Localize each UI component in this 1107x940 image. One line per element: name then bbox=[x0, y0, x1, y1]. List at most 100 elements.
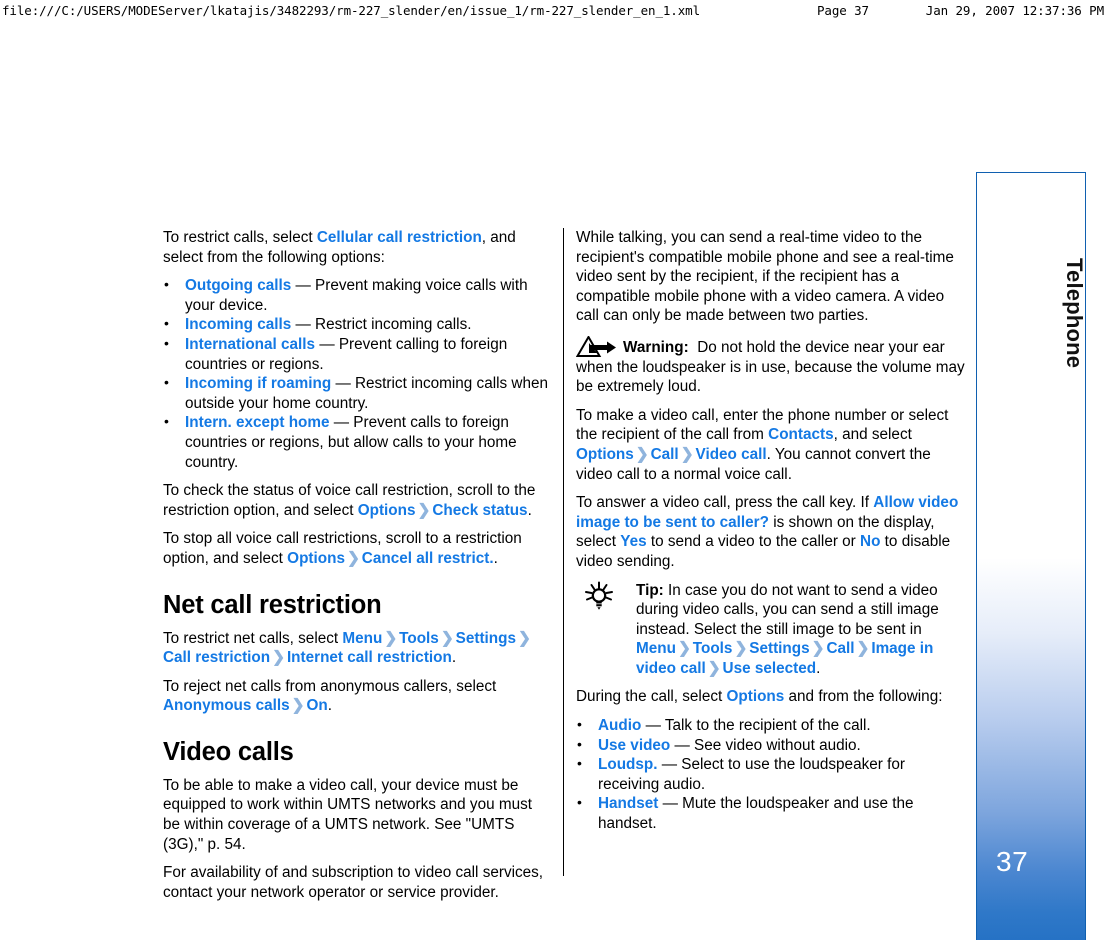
paragraph-realtime-video: While talking, you can send a real-time … bbox=[576, 229, 954, 325]
option-desc: — Talk to the recipient of the call. bbox=[645, 717, 871, 735]
path-separator-icon: ❯ bbox=[680, 445, 694, 463]
path-separator-icon: ❯ bbox=[384, 629, 398, 647]
paragraph-during-call: During the call, select Options and from… bbox=[576, 687, 966, 707]
during-call-pre: During the call, select bbox=[576, 688, 727, 706]
path-separator-icon: ❯ bbox=[440, 629, 454, 647]
path-separator-icon: ❯ bbox=[517, 629, 531, 647]
chapter-title-text: Telephone bbox=[1062, 257, 1086, 369]
paragraph-availability: For availability of and subscription to … bbox=[163, 864, 544, 901]
paragraph-anonymous-calls: To reject net calls from anonymous calle… bbox=[163, 677, 553, 716]
link-no[interactable]: No bbox=[860, 533, 880, 550]
paragraph-umts-requirement: To be able to make a video call, your de… bbox=[163, 776, 532, 853]
list-item: Incoming calls — Restrict incoming calls… bbox=[163, 314, 553, 335]
link-check-status[interactable]: Check status bbox=[432, 502, 527, 519]
restriction-options-list: Outgoing calls — Prevent making voice ca… bbox=[163, 275, 553, 472]
link-cellular-call-restriction[interactable]: Cellular call restriction bbox=[317, 229, 482, 246]
path-separator-icon: ❯ bbox=[291, 697, 305, 715]
document-page: Telephone 37 To restrict calls, select C… bbox=[0, 0, 1107, 940]
link-settings[interactable]: Settings bbox=[456, 630, 516, 647]
link-contacts[interactable]: Contacts bbox=[768, 426, 833, 443]
option-term-intern-except-home[interactable]: Intern. except home bbox=[185, 414, 330, 431]
paragraph-net-restrict: To restrict net calls, select Menu ❯ Tools… bbox=[163, 629, 553, 668]
link-on[interactable]: On bbox=[306, 697, 327, 714]
list-item: Use video — See video without audio. bbox=[576, 735, 966, 756]
option-term-incoming-if-roaming[interactable]: Incoming if roaming bbox=[185, 375, 331, 392]
answer-mid2: to send a video to the caller or bbox=[646, 533, 861, 551]
warning-label: Warning: bbox=[623, 338, 689, 356]
path-separator-icon: ❯ bbox=[635, 445, 649, 463]
path-separator-icon: ❯ bbox=[272, 649, 285, 667]
paragraph-cancel-all: To stop all voice call restrictions, scr… bbox=[163, 529, 553, 568]
net-restrict-post: . bbox=[451, 649, 457, 667]
chapter-title: Telephone bbox=[977, 233, 1086, 393]
option-desc: — See video without audio. bbox=[674, 736, 861, 754]
answer-pre: To answer a video call, press the call k… bbox=[576, 494, 874, 512]
restrict-intro-pre: To restrict calls, select bbox=[163, 229, 317, 246]
list-item: International calls — Prevent calling to… bbox=[163, 334, 553, 374]
path-separator-icon: ❯ bbox=[346, 549, 360, 567]
tip-label: Tip: bbox=[636, 581, 664, 599]
link-anonymous-calls[interactable]: Anonymous calls bbox=[163, 697, 290, 714]
link-menu[interactable]: Menu bbox=[342, 630, 382, 647]
option-term-use-video[interactable]: Use video bbox=[598, 737, 670, 754]
link-menu[interactable]: Menu bbox=[636, 640, 676, 657]
left-column: To restrict calls, select Cellular call … bbox=[163, 228, 553, 911]
heading-video-calls: Video calls bbox=[163, 737, 294, 766]
option-term-loudsp[interactable]: Loudsp. bbox=[598, 756, 657, 773]
link-options[interactable]: Options bbox=[358, 502, 416, 519]
list-item: Incoming if roaming — Restrict incoming … bbox=[163, 373, 553, 413]
path-separator-icon: ❯ bbox=[707, 659, 721, 677]
net-restrict-pre: To restrict net calls, select bbox=[163, 629, 343, 647]
option-term-outgoing-calls[interactable]: Outgoing calls bbox=[185, 277, 291, 294]
option-term-handset[interactable]: Handset bbox=[598, 795, 658, 812]
link-settings[interactable]: Settings bbox=[749, 640, 809, 657]
make-call-mid: , and select bbox=[833, 426, 912, 444]
path-separator-icon: ❯ bbox=[734, 640, 748, 658]
cancel-all-post: . bbox=[493, 549, 498, 567]
heading-net-call-restriction: Net call restriction bbox=[163, 590, 382, 619]
warning-note: Warning: Do not hold the device near you… bbox=[575, 334, 966, 397]
warning-triangle-arrow-icon bbox=[575, 334, 622, 358]
list-item: Handset — Mute the loudspeaker and use t… bbox=[576, 793, 966, 833]
link-use-selected[interactable]: Use selected bbox=[723, 660, 817, 677]
link-video-call[interactable]: Video call bbox=[696, 446, 767, 463]
link-call-restriction[interactable]: Call restriction bbox=[163, 649, 270, 666]
paragraph-check-status: To check the status of voice call restri… bbox=[163, 481, 553, 520]
link-options[interactable]: Options bbox=[727, 688, 785, 705]
link-yes[interactable]: Yes bbox=[620, 533, 646, 550]
column-divider bbox=[563, 228, 564, 876]
tip-note: Tip: In case you do not want to send a v… bbox=[576, 581, 966, 679]
link-cancel-all-restrict[interactable]: Cancel all restrict. bbox=[362, 550, 494, 567]
path-separator-icon: ❯ bbox=[677, 640, 691, 658]
anonymous-post: . bbox=[327, 697, 332, 715]
list-item: Intern. except home — Prevent calls to f… bbox=[163, 412, 553, 472]
list-item: Loudsp. — Select to use the loudspeaker … bbox=[576, 754, 966, 794]
tip-text-pre: In case you do not want to send a video … bbox=[636, 581, 939, 638]
link-options[interactable]: Options bbox=[287, 550, 345, 567]
tip-text-post: . bbox=[816, 659, 821, 677]
option-term-audio[interactable]: Audio bbox=[598, 717, 641, 734]
paragraph-answer-video-call: To answer a video call, press the call k… bbox=[576, 493, 966, 571]
list-item: Outgoing calls — Prevent making voice ca… bbox=[163, 275, 553, 315]
option-desc: — Restrict incoming calls. bbox=[295, 316, 472, 334]
chapter-side-tab: Telephone 37 bbox=[976, 172, 1086, 940]
option-term-incoming-calls[interactable]: Incoming calls bbox=[185, 316, 291, 333]
link-tools[interactable]: Tools bbox=[399, 630, 439, 647]
path-separator-icon: ❯ bbox=[417, 501, 431, 519]
paragraph-make-video-call: To make a video call, enter the phone nu… bbox=[576, 406, 966, 484]
during-call-post: and from the following: bbox=[784, 688, 943, 706]
link-options[interactable]: Options bbox=[576, 446, 634, 463]
link-call[interactable]: Call bbox=[826, 640, 854, 657]
link-call[interactable]: Call bbox=[651, 446, 679, 463]
link-tools[interactable]: Tools bbox=[693, 640, 733, 657]
path-separator-icon: ❯ bbox=[856, 640, 870, 658]
page-number: 37 bbox=[996, 846, 1029, 877]
right-column: While talking, you can send a real-time … bbox=[575, 228, 966, 843]
during-call-options-list: Audio — Talk to the recipient of the cal… bbox=[576, 715, 966, 834]
list-item: Audio — Talk to the recipient of the cal… bbox=[576, 715, 966, 736]
check-status-post: . bbox=[527, 501, 532, 519]
anonymous-pre: To reject net calls from anonymous calle… bbox=[163, 677, 497, 695]
option-term-international-calls[interactable]: International calls bbox=[185, 336, 315, 353]
link-internet-call-restriction[interactable]: Internet call restriction bbox=[287, 649, 452, 666]
path-separator-icon: ❯ bbox=[811, 640, 825, 658]
